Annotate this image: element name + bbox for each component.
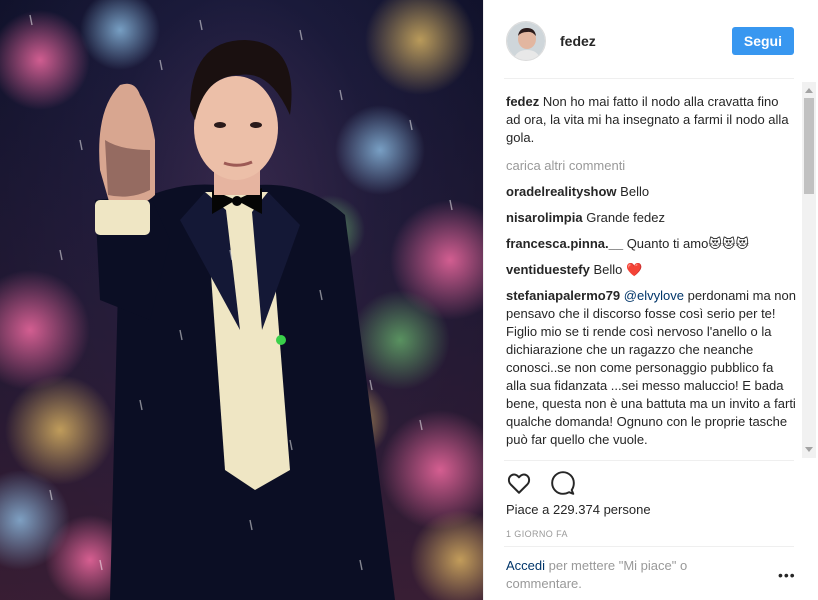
comment-bubble-icon[interactable] bbox=[550, 470, 576, 496]
post-photo[interactable] bbox=[0, 0, 483, 600]
footer-divider bbox=[504, 546, 794, 547]
header-divider bbox=[504, 78, 794, 79]
scroll-down-arrow-icon[interactable] bbox=[805, 447, 813, 452]
comment-text: Quanto ti amo😻😻😻 bbox=[626, 236, 750, 251]
load-more-comments-link[interactable]: carica altri commenti bbox=[506, 157, 796, 175]
comment-username[interactable]: oradelrealityshow bbox=[506, 184, 617, 199]
scrollbar-thumb[interactable] bbox=[804, 98, 814, 194]
comment-item: oradelrealityshow Bello bbox=[506, 183, 796, 201]
avatar-image bbox=[507, 22, 545, 60]
post-header: fedez Segui bbox=[506, 18, 794, 64]
heart-icon[interactable] bbox=[506, 470, 532, 496]
instagram-post-view: fedez Segui fedez Non ho mai fatto il no… bbox=[0, 0, 818, 600]
likes-count[interactable]: Piace a 229.374 persone bbox=[506, 502, 651, 517]
comment-item: stefaniapalermo79 @elvylove perdonami ma… bbox=[506, 287, 796, 449]
comments-divider bbox=[504, 460, 794, 461]
comment-item: francesca.pinna.__ Quanto ti amo😻😻😻 bbox=[506, 235, 796, 253]
post-caption: fedez Non ho mai fatto il nodo alla crav… bbox=[506, 93, 796, 147]
author-username[interactable]: fedez bbox=[560, 33, 596, 49]
comment-username[interactable]: stefaniapalermo79 bbox=[506, 288, 620, 303]
login-link[interactable]: Accedi bbox=[506, 558, 545, 573]
comment-text: perdonami ma non pensavo che il discorso… bbox=[506, 288, 796, 447]
comment-username[interactable]: ventiduestefy bbox=[506, 262, 590, 277]
post-timestamp: 1 GIORNO FA bbox=[506, 529, 568, 539]
comment-username[interactable]: nisarolimpia bbox=[506, 210, 583, 225]
comments-scrollbar[interactable] bbox=[802, 82, 816, 458]
comment-text: Bello bbox=[620, 184, 650, 199]
caption-username[interactable]: fedez bbox=[506, 94, 539, 109]
comment-item: ventiduestefy Bello ❤️ bbox=[506, 261, 796, 279]
comment-item: nisarolimpia Grande fedez bbox=[506, 209, 796, 227]
scroll-up-arrow-icon[interactable] bbox=[805, 88, 813, 93]
post-photo-illustration bbox=[0, 0, 483, 600]
comment-mention-link[interactable]: @elvylove bbox=[624, 288, 684, 303]
comment-text: Grande fedez bbox=[586, 210, 665, 225]
post-side-panel: fedez Segui fedez Non ho mai fatto il no… bbox=[483, 0, 818, 600]
follow-button[interactable]: Segui bbox=[731, 27, 794, 55]
post-actions bbox=[506, 470, 576, 496]
author-avatar[interactable] bbox=[506, 21, 546, 61]
comments-list[interactable]: fedez Non ho mai fatto il nodo alla crav… bbox=[506, 93, 796, 455]
login-prompt: Accedi per mettere "Mi piace" o commenta… bbox=[506, 557, 756, 593]
comment-text: Bello ❤️ bbox=[593, 262, 643, 277]
comment-bubble-icon-graphic bbox=[551, 471, 575, 495]
heart-icon-graphic bbox=[507, 473, 531, 494]
more-options-icon[interactable]: ••• bbox=[778, 567, 796, 583]
caption-text: Non ho mai fatto il nodo alla cravatta f… bbox=[506, 94, 789, 145]
comment-username[interactable]: francesca.pinna.__ bbox=[506, 236, 623, 251]
